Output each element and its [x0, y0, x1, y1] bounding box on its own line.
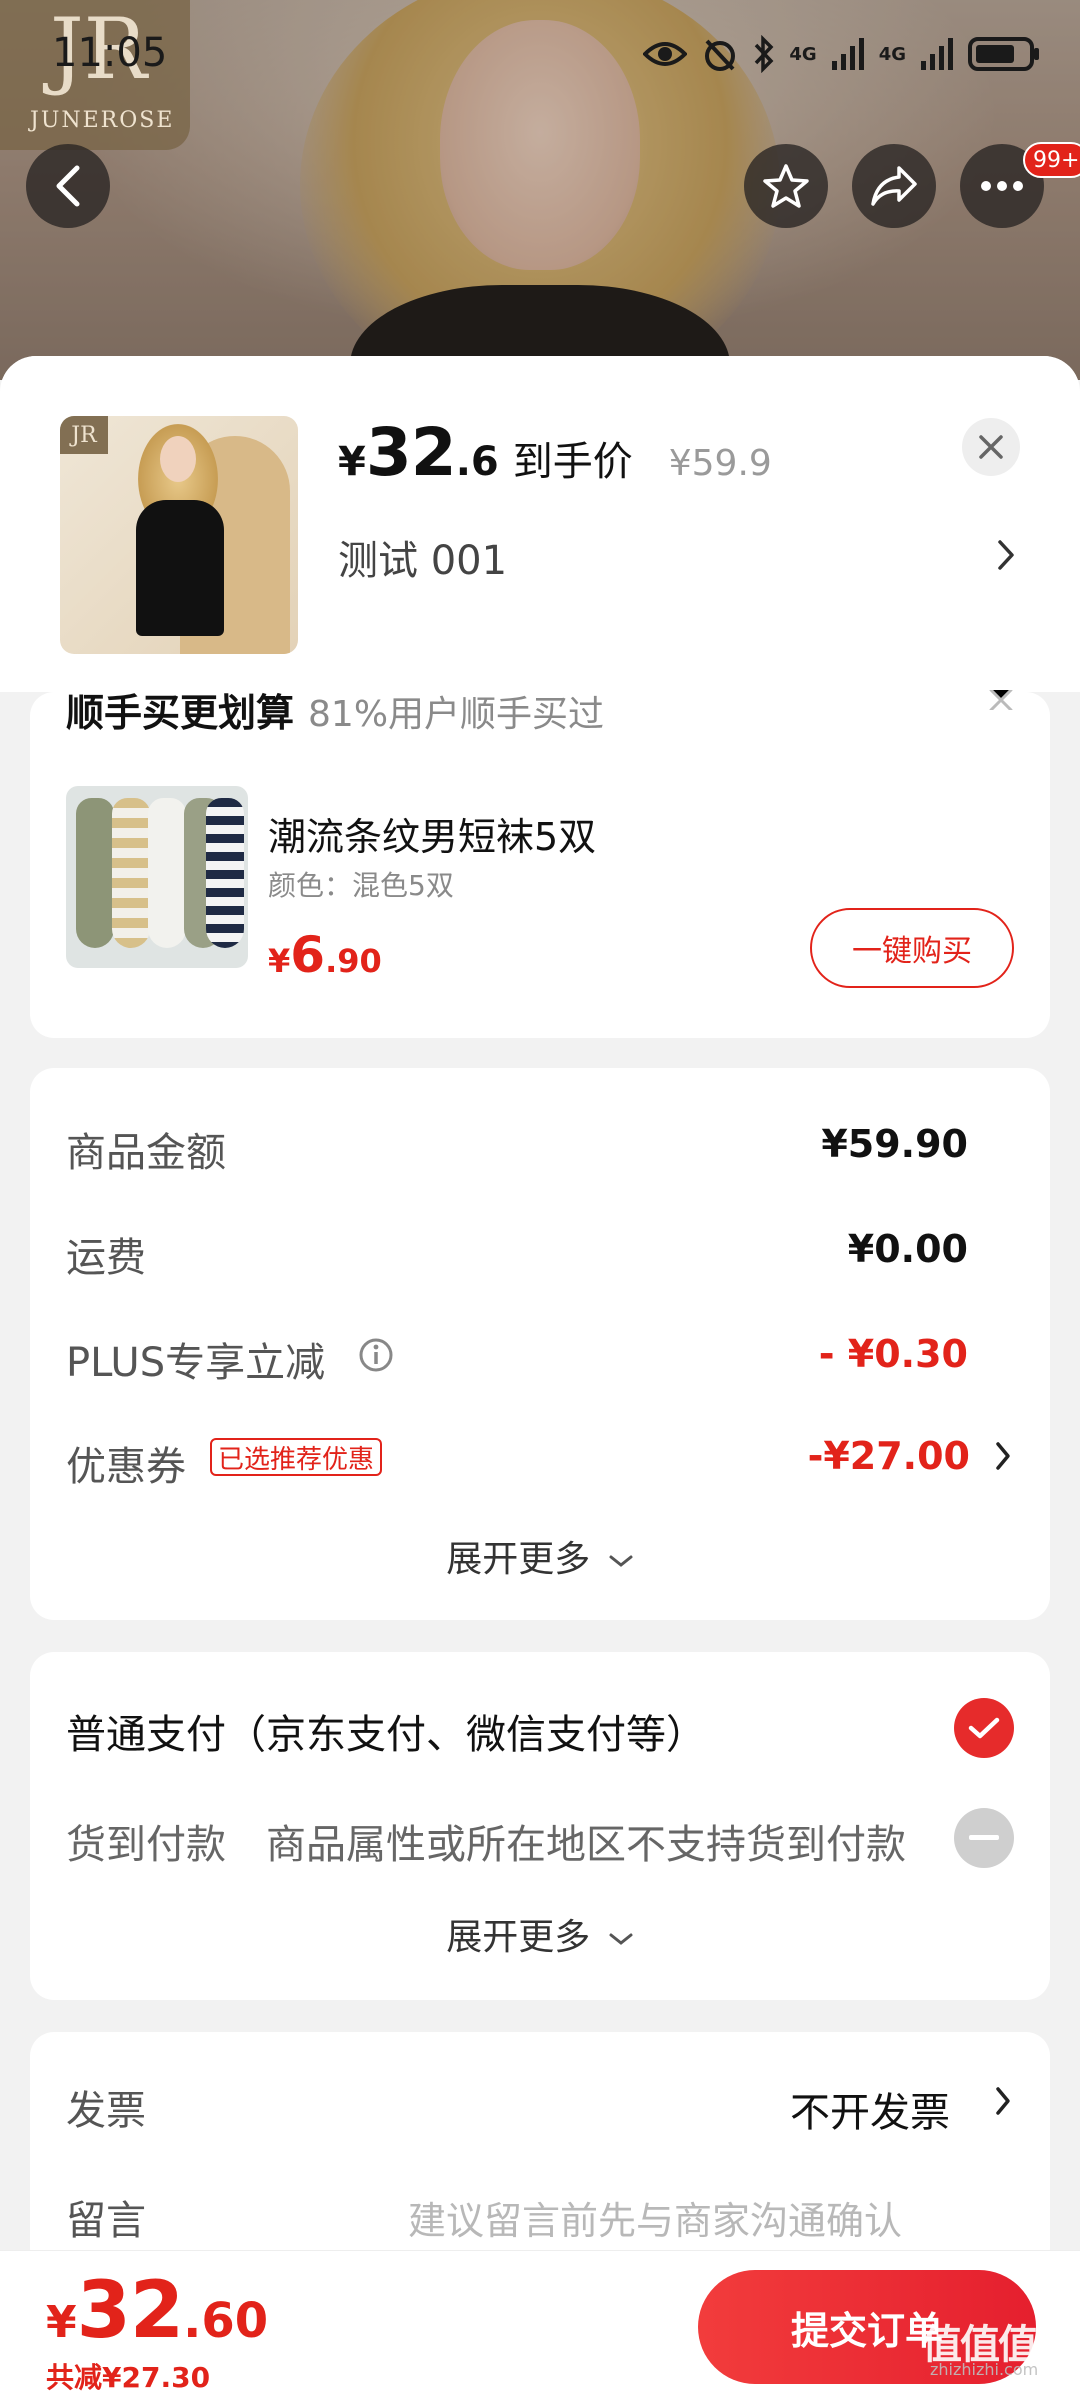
addon-product-spec: 颜色：混色5双	[268, 869, 454, 902]
addon-dismiss-button[interactable]	[988, 688, 1014, 714]
final-price: ¥ 32 .6 到手价 ¥59.9	[338, 414, 772, 491]
price-integer: 32	[365, 414, 457, 491]
addon-price-currency: ¥	[268, 942, 291, 980]
message-count-badge: 99+	[1023, 142, 1080, 178]
signal-1-label: 4G	[789, 43, 817, 65]
subtotal-value: ¥59.90	[821, 1122, 968, 1166]
coupon-recommended-tag: 已选推荐优惠	[210, 1438, 383, 1476]
addon-product-image[interactable]	[66, 786, 248, 968]
payment-expand-label: 展开更多	[446, 1917, 591, 1958]
favorite-button[interactable]	[744, 144, 828, 228]
normal-payment-option[interactable]: 普通支付（京东支付、微信支付等）	[66, 1702, 706, 1760]
cod-disabled-indicator	[954, 1808, 1014, 1868]
close-sheet-button[interactable]	[962, 418, 1020, 476]
variant-selector[interactable]: 测试 001	[338, 528, 507, 586]
shipping-label: 运费	[66, 1235, 146, 1281]
normal-payment-selected[interactable]	[954, 1698, 1014, 1758]
shipping-value: ¥0.00	[847, 1227, 968, 1271]
cod-option-label: 货到付款	[66, 1822, 226, 1868]
status-time: 11:05	[52, 30, 168, 76]
coupon-value[interactable]: -¥27.00	[808, 1434, 970, 1478]
summary-expand-more[interactable]: 展开更多	[0, 1530, 1080, 1582]
summary-expand-label: 展开更多	[446, 1539, 591, 1580]
minus-icon	[969, 1835, 999, 1840]
price-decimal: .6	[455, 439, 499, 485]
original-price: ¥59.9	[668, 443, 772, 484]
addon-price-integer: 6	[290, 926, 326, 984]
share-button[interactable]	[852, 144, 936, 228]
plus-discount-label: PLUS专享立减	[66, 1340, 326, 1386]
total-decimal: .60	[183, 2293, 269, 2349]
addon-section-title: 顺手买更划算 81%用户顺手买过	[66, 682, 604, 737]
cod-unavailable-note: 商品属性或所在地区不支持货到付款	[266, 1822, 906, 1868]
payment-expand-more[interactable]: 展开更多	[0, 1908, 1080, 1960]
price-tag: 到手价	[512, 439, 633, 485]
addon-title-text: 顺手买更划算	[66, 691, 295, 735]
status-icons: 4G 4G	[643, 34, 1040, 74]
star-icon	[763, 164, 809, 208]
brand-name: JUNEROSE	[30, 108, 175, 133]
addon-subtitle: 81%用户顺手买过	[308, 694, 605, 735]
invoice-label[interactable]: 发票	[66, 2078, 146, 2136]
chevron-down-icon	[609, 1555, 633, 1567]
price-currency: ¥	[338, 439, 366, 485]
share-icon	[871, 166, 917, 206]
site-watermark: 值值值 zhizhizhi.com	[922, 2312, 1038, 2379]
coupon-label[interactable]: 优惠券	[66, 1434, 186, 1492]
signal-2-label: 4G	[878, 43, 906, 65]
invoice-chevron-icon[interactable]	[994, 2085, 1012, 2117]
alarm-off-icon	[705, 39, 736, 71]
subtotal-label: 商品金额	[66, 1130, 226, 1176]
check-icon	[968, 1717, 1000, 1739]
message-input[interactable]: 建议留言前先与商家沟通确认	[408, 2190, 902, 2245]
info-icon[interactable]	[358, 1337, 394, 1373]
more-icon	[981, 181, 1023, 191]
close-icon	[989, 688, 1013, 712]
addon-product-name[interactable]: 潮流条纹男短袜5双	[268, 806, 596, 861]
total-savings: 共减¥27.30	[46, 2361, 211, 2394]
close-icon	[979, 435, 1003, 459]
one-click-buy-button[interactable]: 一键购买	[810, 908, 1014, 988]
battery-icon	[968, 37, 1039, 71]
thumbnail-brand-logo: JR	[60, 416, 108, 454]
product-summary-header: JR ¥ 32 .6 到手价 ¥59.9 测试 001	[0, 356, 1080, 692]
signal-2-icon	[921, 38, 953, 70]
coupon-chevron-icon[interactable]	[994, 1440, 1012, 1472]
total-price: ¥ 32 .60	[46, 2266, 268, 2356]
chevron-down-icon	[609, 1933, 633, 1945]
bluetooth-icon	[755, 35, 774, 73]
watermark-url: zhizhizhi.com	[930, 2360, 1039, 2379]
addon-price: ¥ 6 .90	[268, 926, 382, 984]
back-icon	[56, 165, 80, 207]
eye-icon	[643, 42, 688, 66]
total-integer: 32	[76, 2266, 185, 2356]
product-thumbnail[interactable]: JR	[60, 416, 298, 654]
signal-1-icon	[831, 38, 864, 70]
invoice-value[interactable]: 不开发票	[790, 2080, 950, 2138]
variant-chevron-icon[interactable]	[996, 538, 1016, 576]
message-label: 留言	[66, 2198, 146, 2244]
plus-discount-value: - ¥0.30	[818, 1332, 968, 1376]
addon-price-decimal: .90	[325, 942, 382, 980]
total-currency: ¥	[46, 2297, 77, 2348]
back-button[interactable]	[26, 144, 110, 228]
